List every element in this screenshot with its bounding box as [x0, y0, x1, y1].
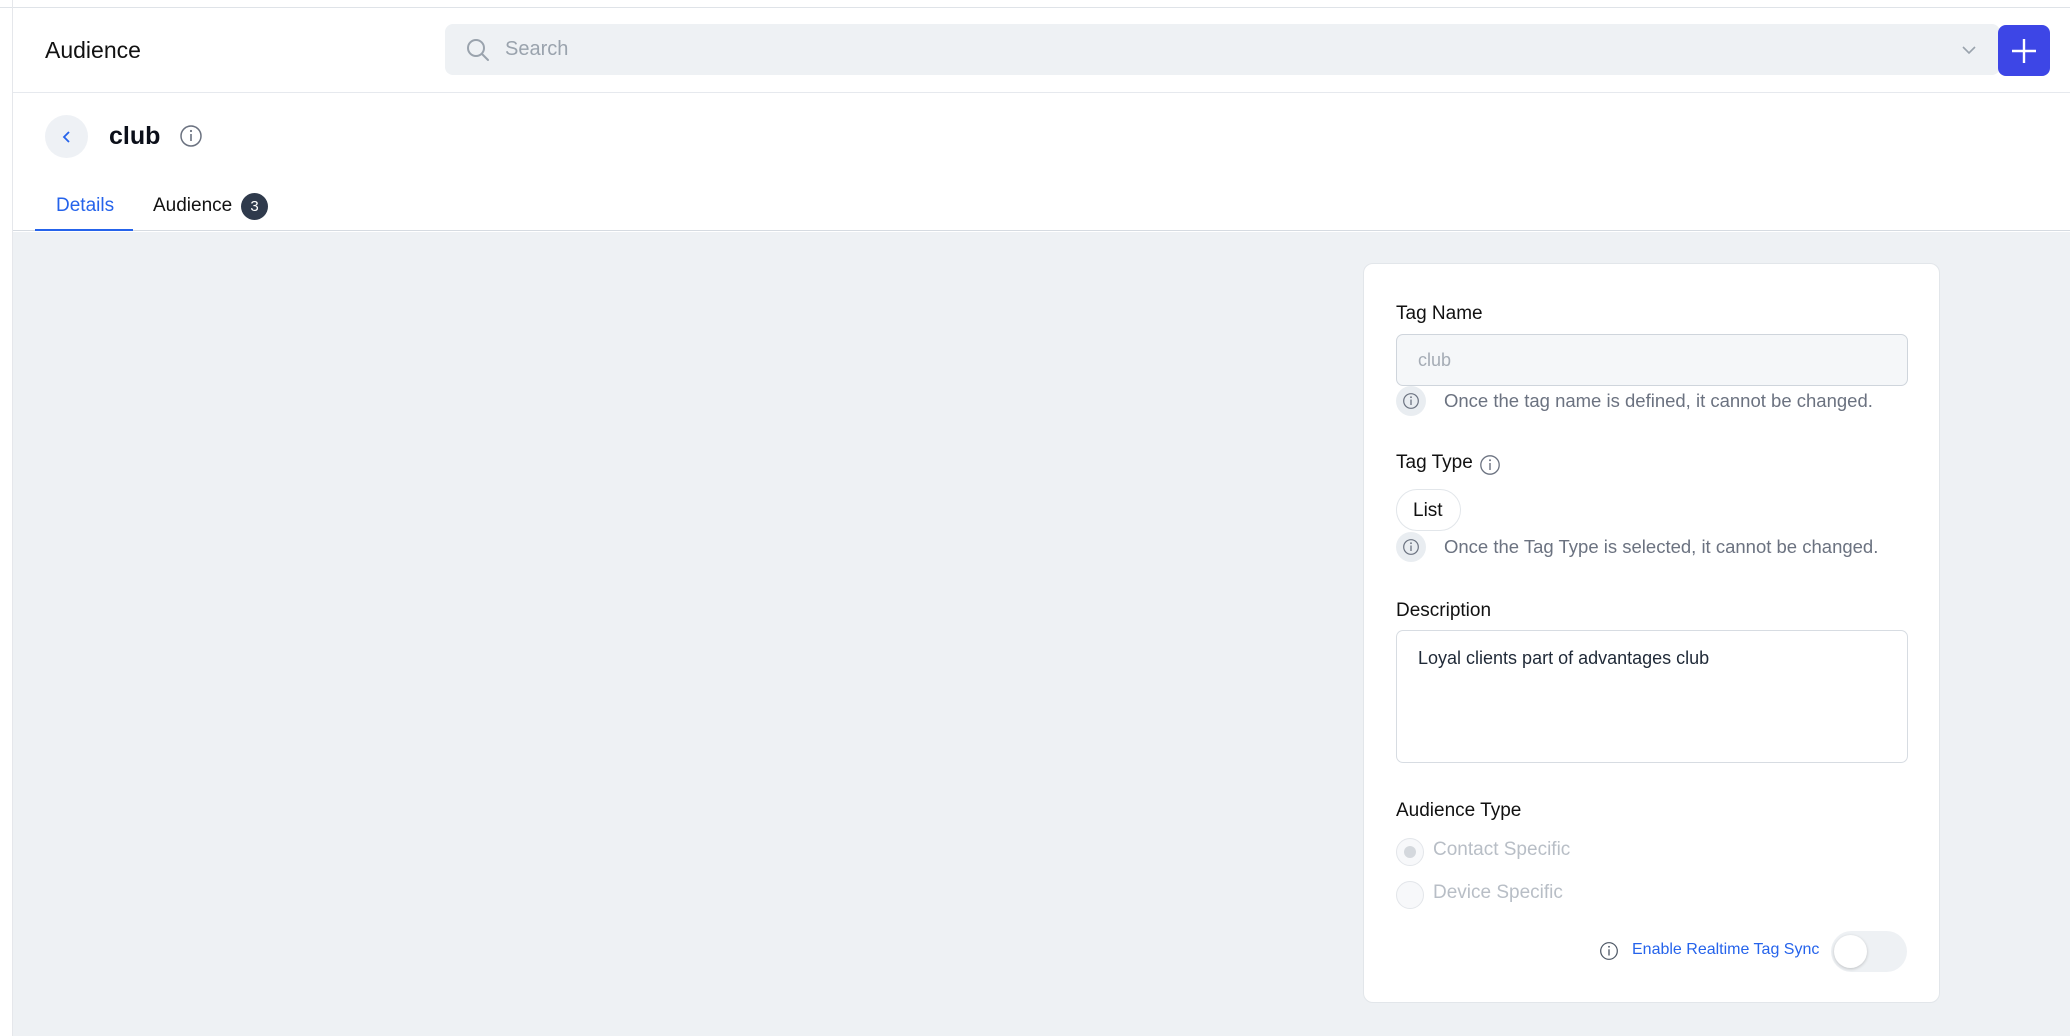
tag-details-card: Tag Name club Once the tag name is defin…: [1363, 263, 1940, 1003]
chevron-left-icon: [62, 131, 70, 143]
app-title: Audience: [45, 37, 141, 63]
tab-details[interactable]: Details: [35, 182, 133, 231]
tab-audience-label: Audience: [153, 195, 233, 216]
tab-audience[interactable]: Audience 3: [133, 182, 293, 231]
plus-icon: [2012, 39, 2036, 63]
top-border: [0, 0, 2070, 8]
back-button[interactable]: [45, 115, 88, 158]
realtime-sync-toggle[interactable]: [1831, 931, 1907, 972]
count-badge: 3: [241, 193, 268, 220]
search-input[interactable]: Search: [505, 38, 568, 61]
tag-type-label: Tag Type: [1396, 452, 1473, 473]
tag-name-help-text: Once the tag name is defined, it cannot …: [1444, 390, 1873, 411]
tag-name-field: club: [1396, 334, 1908, 386]
radio-dot[interactable]: [1396, 881, 1424, 909]
info-icon: [1396, 386, 1426, 416]
search-icon: [465, 37, 491, 63]
info-icon[interactable]: [179, 124, 203, 148]
tag-type-help-text: Once the Tag Type is selected, it cannot…: [1444, 536, 1879, 557]
radio-label: Device Specific: [1433, 882, 1563, 903]
add-button[interactable]: [1998, 25, 2050, 76]
tag-type-value: List: [1413, 500, 1443, 521]
realtime-sync-label: Enable Realtime Tag Sync: [1632, 941, 1820, 958]
radio-dot[interactable]: [1396, 838, 1424, 866]
radio-label: Contact Specific: [1433, 839, 1571, 860]
info-icon: [1396, 532, 1426, 562]
tag-name-label: Tag Name: [1396, 303, 1483, 324]
tag-name-value: club: [1418, 350, 1452, 370]
page-title: club: [109, 122, 161, 150]
app-header: Audience Search: [13, 8, 2070, 93]
chevron-down-icon[interactable]: [1960, 41, 1978, 59]
search-bar[interactable]: Search: [445, 24, 2000, 75]
info-icon[interactable]: [1599, 941, 1619, 961]
info-icon[interactable]: [1479, 454, 1501, 476]
description-field[interactable]: Loyal clients part of advantages club: [1396, 630, 1908, 763]
description-label: Description: [1396, 600, 1492, 621]
audience-type-label: Audience Type: [1396, 800, 1522, 821]
page-header: club Details Audience 3: [13, 93, 2070, 231]
tab-details-label: Details: [56, 195, 115, 216]
toggle-knob: [1834, 935, 1867, 968]
description-value: Loyal clients part of advantages club: [1418, 648, 1710, 668]
tag-type-chip: List: [1396, 489, 1461, 531]
